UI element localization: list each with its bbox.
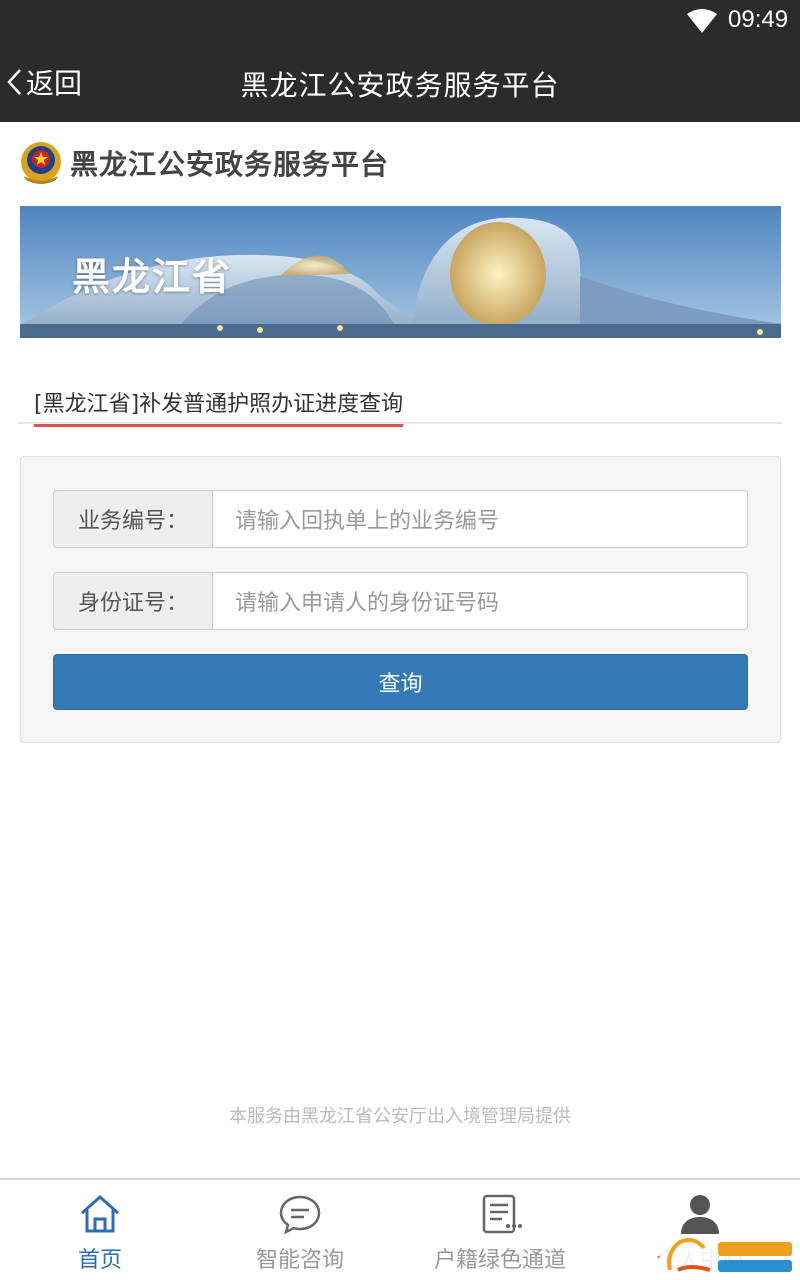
- tab-passport-query[interactable]: [黑龙江省]补发普通护照办证进度查询: [34, 386, 404, 427]
- business-no-field: 业务编号： 请输入回执单上的业务编号: [53, 490, 748, 548]
- chat-icon: [279, 1195, 321, 1235]
- business-no-input[interactable]: 请输入回执单上的业务编号: [213, 490, 748, 548]
- id-no-label: 身份证号：: [53, 572, 213, 630]
- id-no-input[interactable]: 请输入申请人的身份证号码: [213, 572, 748, 630]
- nav-label-consult: 智能咨询: [255, 1248, 344, 1273]
- wifi-icon: [687, 9, 717, 33]
- query-form-panel: 业务编号： 请输入回执单上的业务编号 身份证号： 请输入申请人的身份证号码 查询: [20, 456, 781, 743]
- police-emblem-icon: [21, 142, 61, 184]
- id-no-field: 身份证号： 请输入申请人的身份证号码: [53, 572, 748, 630]
- status-time: 09:49: [728, 6, 789, 33]
- title-bar: 返回 黑龙江公安政务服务平台: [0, 42, 800, 122]
- watermark-logo: [660, 1234, 800, 1276]
- brand-name: 黑龙江公安政务服务平台: [70, 148, 390, 181]
- brand-header: 黑龙江公安政务服务平台: [18, 138, 389, 188]
- nav-item-home[interactable]: 首页: [0, 1180, 200, 1280]
- section-tabs: [黑龙江省]补发普通护照办证进度查询: [18, 384, 782, 427]
- nav-label-household: 户籍绿色通道: [433, 1248, 566, 1273]
- query-button[interactable]: 查询: [53, 654, 748, 710]
- banner-image: 黑龙江省: [20, 206, 781, 338]
- nav-label-home: 首页: [77, 1248, 122, 1273]
- nav-item-consult[interactable]: 智能咨询: [200, 1180, 400, 1280]
- home-icon: [81, 1195, 119, 1233]
- service-provider-note: 本服务由黑龙江省公安厅出入境管理局提供: [229, 1106, 571, 1127]
- document-icon: [482, 1194, 522, 1234]
- nav-item-household[interactable]: 户籍绿色通道: [400, 1180, 600, 1280]
- page-title: 黑龙江公安政务服务平台: [240, 69, 560, 102]
- status-bar: 09:49: [0, 0, 800, 42]
- banner-title: 黑龙江省: [72, 255, 233, 299]
- business-no-label: 业务编号：: [53, 490, 213, 548]
